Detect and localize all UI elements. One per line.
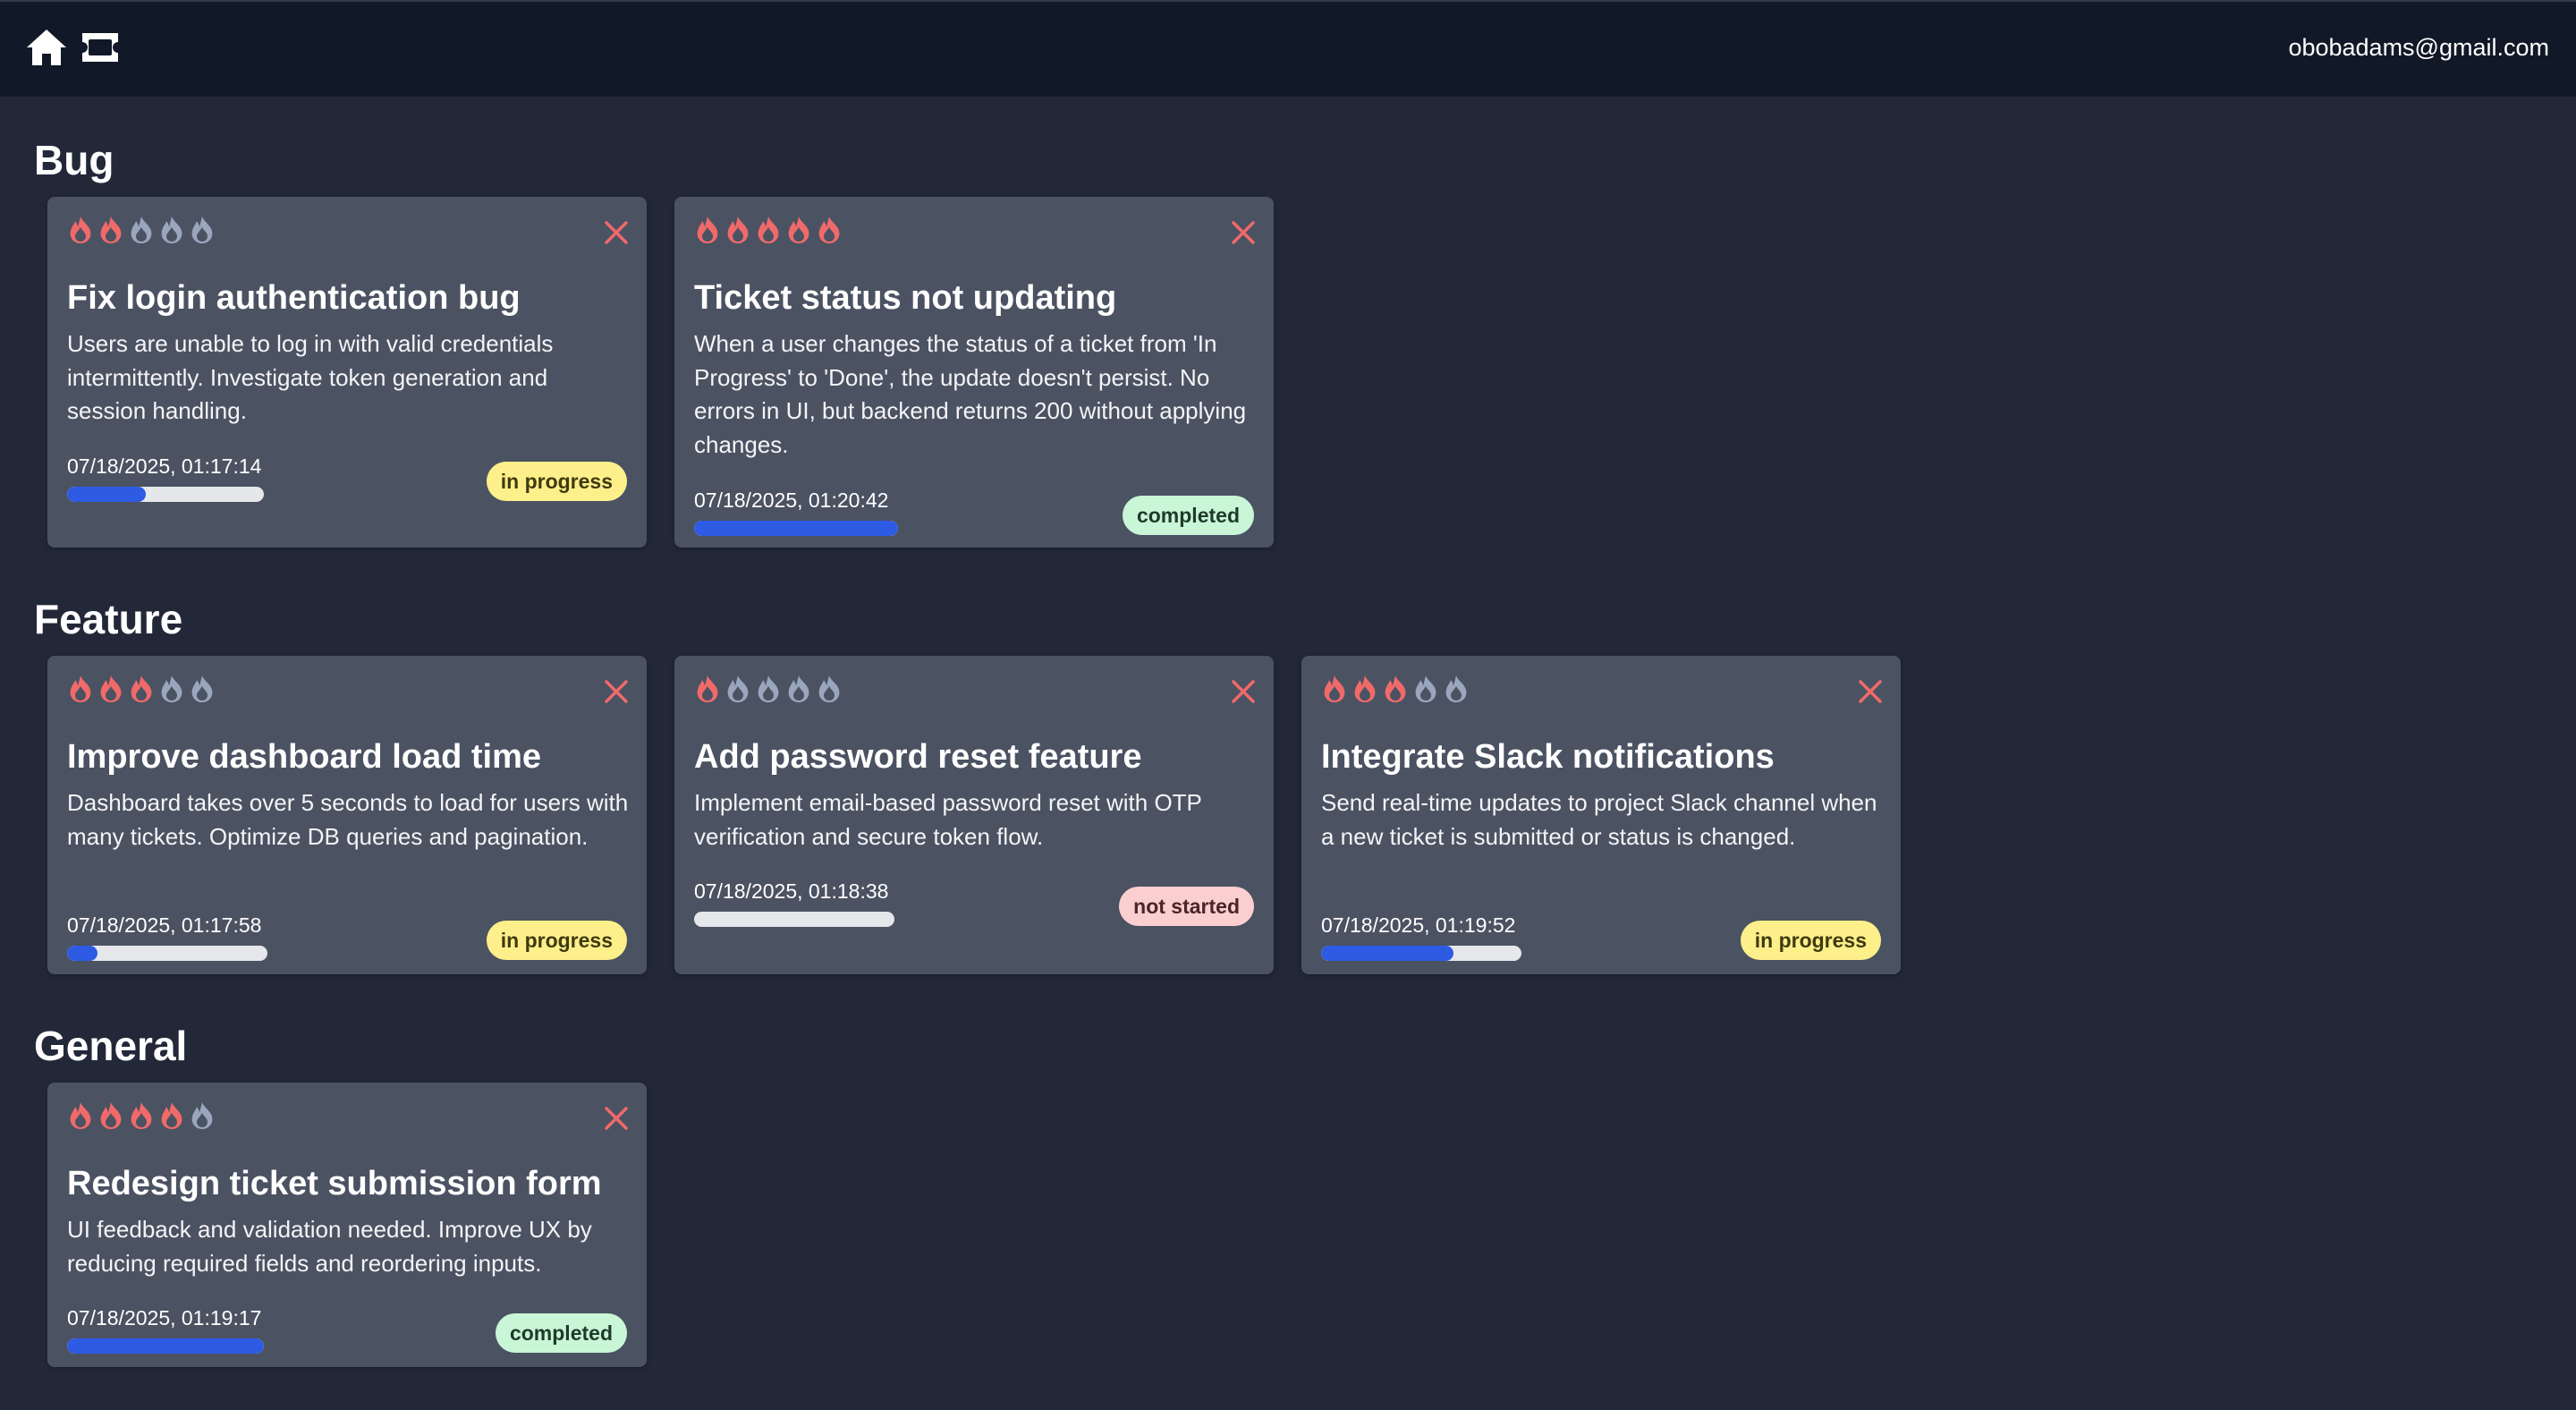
flame-icon-active (131, 1102, 152, 1129)
priority-rating (694, 215, 843, 245)
priority-rating (1321, 674, 1470, 704)
ticket-date: 07/18/2025, 01:17:14 (67, 454, 262, 478)
ticket-date: 07/18/2025, 01:19:17 (67, 1306, 262, 1329)
close-icon[interactable] (604, 220, 629, 245)
status-badge: in progress (1740, 921, 1881, 960)
ticket-date: 07/18/2025, 01:20:42 (694, 488, 889, 512)
flame-icon-inactive (1445, 675, 1467, 702)
flame-icon-active (818, 217, 840, 243)
section-title-bug: Bug (34, 137, 114, 183)
close-icon[interactable] (604, 1106, 629, 1131)
flame-icon-active (697, 675, 718, 702)
status-badge: not started (1119, 887, 1254, 926)
flame-icon-active (100, 1102, 122, 1129)
ticket-card[interactable]: Integrate Slack notifications Send real-… (1301, 656, 1901, 974)
status-badge: completed (1122, 496, 1254, 535)
ticket-title: Redesign ticket submission form (67, 1165, 602, 1202)
flame-icon-inactive (191, 217, 213, 243)
ticket-title: Fix login authentication bug (67, 279, 521, 317)
section-title-general: General (34, 1023, 188, 1069)
status-badge: in progress (486, 462, 627, 501)
ticket-description: UI feedback and validation needed. Impro… (67, 1216, 592, 1277)
ticket-description: Implement email-based password reset wit… (694, 789, 1202, 850)
priority-rating (694, 674, 843, 704)
flame-icon-active (131, 675, 152, 702)
flame-icon-active (1324, 675, 1345, 702)
section-title-feature: Feature (34, 596, 183, 642)
flame-icon-active (100, 217, 122, 243)
flame-icon-active (758, 217, 779, 243)
flame-icon-inactive (161, 675, 182, 702)
ticket-card[interactable]: Improve dashboard load time Dashboard ta… (47, 656, 647, 974)
ticket-icon[interactable] (79, 30, 122, 65)
ticket-card[interactable]: Redesign ticket submission form UI feedb… (47, 1083, 647, 1367)
status-badge: completed (495, 1313, 627, 1353)
flame-icon-inactive (818, 675, 840, 702)
flame-icon-active (727, 217, 749, 243)
close-icon[interactable] (1858, 679, 1883, 704)
ticket-card[interactable]: Fix login authentication bug Users are u… (47, 197, 647, 548)
close-icon[interactable] (1231, 679, 1256, 704)
priority-rating (67, 215, 216, 245)
close-icon[interactable] (604, 679, 629, 704)
top-navbar: obobadams@gmail.com (0, 0, 2576, 97)
progress-bar (67, 1338, 264, 1354)
status-badge: in progress (486, 921, 627, 960)
ticket-date: 07/18/2025, 01:17:58 (67, 913, 262, 937)
flame-icon-active (697, 217, 718, 243)
flame-icon-inactive (191, 675, 213, 702)
close-icon[interactable] (1231, 220, 1256, 245)
flame-icon-inactive (131, 217, 152, 243)
flame-icon-active (70, 1102, 91, 1129)
flame-icon-active (70, 675, 91, 702)
progress-fill (1321, 946, 1453, 961)
ticket-title: Add password reset feature (694, 738, 1142, 776)
progress-bar (694, 521, 898, 536)
flame-icon-inactive (191, 1102, 213, 1129)
flame-icon-active (1385, 675, 1406, 702)
flame-icon-active (100, 675, 122, 702)
progress-bar (67, 487, 264, 502)
priority-rating (67, 674, 216, 704)
home-icon[interactable] (25, 28, 68, 67)
user-email[interactable]: obobadams@gmail.com (2288, 34, 2549, 62)
ticket-title: Improve dashboard load time (67, 738, 541, 776)
progress-fill (67, 487, 146, 502)
flame-icon-inactive (788, 675, 809, 702)
flame-icon-inactive (1415, 675, 1436, 702)
progress-fill (67, 946, 97, 961)
flame-icon-active (161, 1102, 182, 1129)
ticket-description: Dashboard takes over 5 seconds to load f… (67, 789, 629, 850)
ticket-title: Integrate Slack notifications (1321, 738, 1775, 776)
flame-icon-inactive (727, 675, 749, 702)
progress-fill (67, 1338, 264, 1354)
ticket-card[interactable]: Add password reset feature Implement ema… (674, 656, 1274, 974)
ticket-date: 07/18/2025, 01:19:52 (1321, 913, 1516, 937)
ticket-description: Users are unable to log in with valid cr… (67, 330, 554, 424)
flame-icon-active (70, 217, 91, 243)
progress-bar (1321, 946, 1521, 961)
ticket-description: When a user changes the status of a tick… (694, 330, 1247, 458)
flame-icon-inactive (161, 217, 182, 243)
progress-fill (694, 521, 898, 536)
flame-icon-active (1354, 675, 1376, 702)
ticket-card[interactable]: Ticket status not updating When a user c… (674, 197, 1274, 548)
ticket-date: 07/18/2025, 01:18:38 (694, 879, 889, 903)
ticket-description: Send real-time updates to project Slack … (1321, 789, 1877, 850)
flame-icon-active (788, 217, 809, 243)
priority-rating (67, 1100, 216, 1131)
progress-bar (67, 946, 267, 961)
progress-bar (694, 912, 894, 927)
ticket-title: Ticket status not updating (694, 279, 1117, 317)
flame-icon-inactive (758, 675, 779, 702)
